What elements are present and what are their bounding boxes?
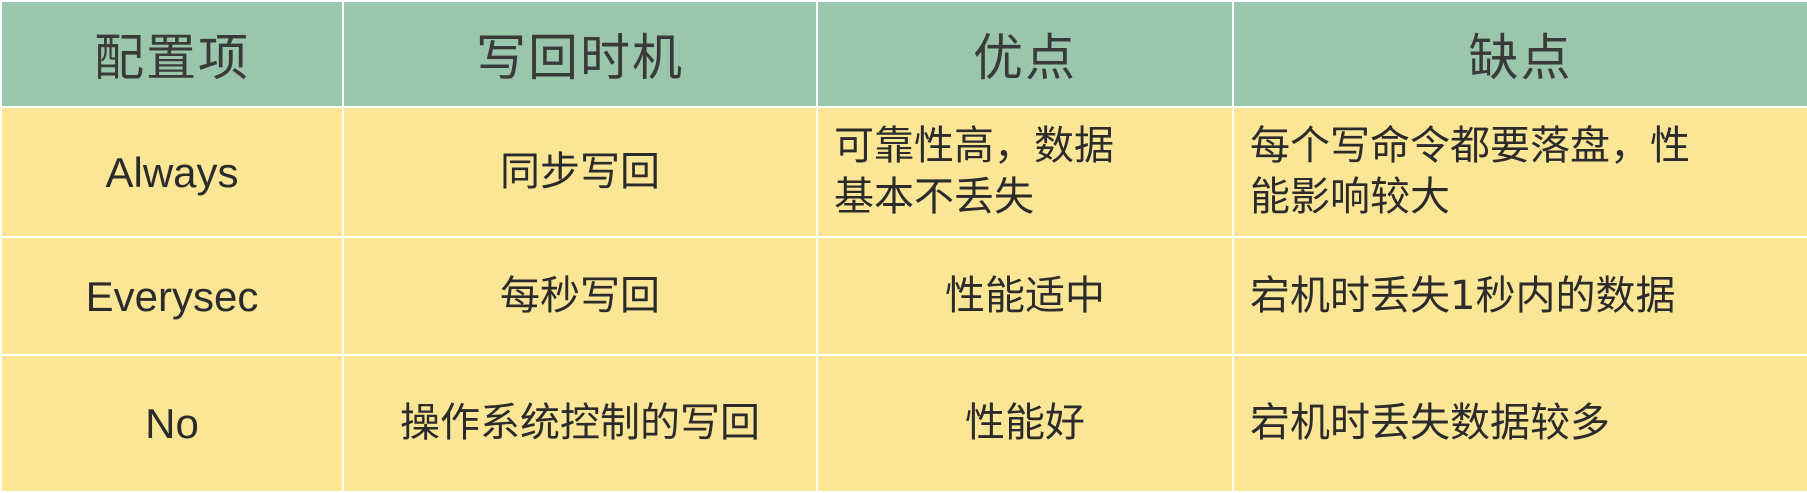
header-config: 配置项 <box>0 0 344 108</box>
cell-pros: 可靠性高，数据 基本不丢失 <box>816 106 1234 238</box>
cell-timing: 操作系统控制的写回 <box>342 354 818 493</box>
cell-pros-line: 性能适中 <box>945 272 1105 319</box>
aof-writeback-table: 配置项 写回时机 优点 缺点 Always 同步写回 可靠性高，数据 基本不丢失… <box>0 0 1807 493</box>
cell-cons: 宕机时丢失数据较多 <box>1232 354 1807 493</box>
cell-cons-line: 能影响较大 <box>1250 174 1450 220</box>
cell-pros-line: 基本不丢失 <box>834 174 1034 220</box>
aof-writeback-table-container: 配置项 写回时机 优点 缺点 Always 同步写回 可靠性高，数据 基本不丢失… <box>0 0 1807 493</box>
cell-cons-line: 宕机时丢失数据较多 <box>1250 400 1610 446</box>
cell-pros: 性能好 <box>816 354 1234 493</box>
cell-config: No <box>0 354 344 493</box>
cell-cons: 每个写命令都要落盘，性 能影响较大 <box>1232 106 1807 238</box>
table-row: No 操作系统控制的写回 性能好 宕机时丢失数据较多 <box>0 354 1807 493</box>
header-cons: 缺点 <box>1232 0 1807 108</box>
table-row: Everysec 每秒写回 性能适中 宕机时丢失1秒内的数据 <box>0 236 1807 356</box>
cell-pros-line: 性能好 <box>965 400 1085 446</box>
cell-timing: 每秒写回 <box>342 236 818 356</box>
cell-cons-line: 每个写命令都要落盘，性 <box>1250 123 1690 169</box>
cell-cons: 宕机时丢失1秒内的数据 <box>1232 236 1807 356</box>
cell-timing: 同步写回 <box>342 106 818 238</box>
header-pros: 优点 <box>816 0 1234 108</box>
header-timing: 写回时机 <box>342 0 818 108</box>
cell-cons-line: 宕机时丢失1秒内的数据 <box>1250 272 1676 319</box>
cell-config: Always <box>0 106 344 238</box>
table-header-row: 配置项 写回时机 优点 缺点 <box>0 0 1807 108</box>
table-row: Always 同步写回 可靠性高，数据 基本不丢失 每个写命令都要落盘，性 能影… <box>0 106 1807 238</box>
cell-pros: 性能适中 <box>816 236 1234 356</box>
cell-config: Everysec <box>0 236 344 356</box>
cell-pros-line: 可靠性高，数据 <box>834 123 1114 169</box>
